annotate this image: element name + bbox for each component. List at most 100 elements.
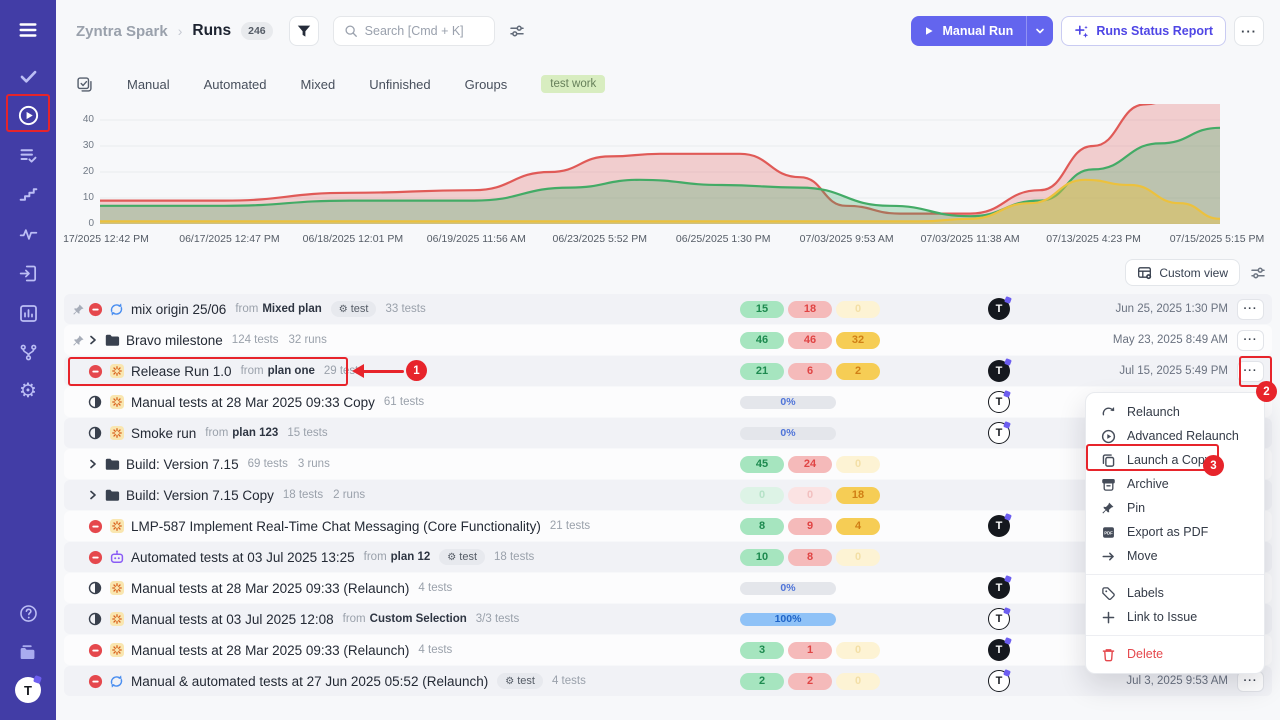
plan-name[interactable]: Custom Selection [370, 613, 467, 625]
menu-item-launch-a-copy[interactable]: Launch a Copy [1086, 448, 1264, 472]
row-more-button[interactable]: ··· [1237, 299, 1264, 320]
assignee-avatar[interactable]: T [988, 577, 1010, 599]
search-input[interactable] [365, 24, 475, 38]
assignee-avatar[interactable]: T [988, 670, 1010, 692]
milestones-icon[interactable] [0, 338, 56, 366]
chevron-down-icon [1035, 26, 1045, 36]
badge-red: 18 [788, 301, 832, 318]
run-row[interactable]: Release Run 1.0fromplan one29 tests2162T… [64, 356, 1272, 386]
run-name[interactable]: Manual tests at 03 Jul 2025 12:08 [131, 612, 334, 627]
expand-chevron-icon[interactable] [88, 490, 104, 500]
run-row[interactable]: mix origin 25/06fromMixed plan⚙test33 te… [64, 294, 1272, 324]
reports-icon[interactable] [0, 299, 56, 327]
folder-run-icon [104, 487, 126, 503]
menu-icon[interactable] [0, 16, 56, 44]
custom-view-button[interactable]: Custom view [1125, 259, 1240, 286]
avatar-notch [1003, 669, 1011, 677]
pinMenu-icon [1100, 501, 1116, 515]
test-cases-icon[interactable] [0, 62, 56, 90]
menu-item-archive[interactable]: Archive [1086, 472, 1264, 496]
menu-item-labels[interactable]: Labels [1086, 581, 1264, 605]
expand-chevron-icon[interactable] [88, 459, 104, 469]
menu-item-link-to-issue[interactable]: Link to Issue [1086, 605, 1264, 629]
menu-item-label: Advanced Relaunch [1127, 429, 1239, 443]
from-label: from [241, 365, 264, 377]
runs-status-report-button[interactable]: Runs Status Report [1061, 16, 1226, 46]
runs-icon[interactable] [0, 101, 56, 129]
folder-run-icon [104, 332, 126, 348]
tab-groups[interactable]: Groups [465, 77, 508, 92]
docs-icon[interactable] [0, 639, 56, 667]
test-plans-icon[interactable] [0, 141, 56, 169]
select-runs-icon[interactable] [76, 76, 93, 93]
run-name[interactable]: Smoke run [131, 426, 196, 441]
x-tick-label: 07/03/2025 9:53 AM [800, 233, 894, 245]
help-icon[interactable] [0, 599, 56, 627]
breadcrumb-page: Runs [192, 22, 231, 40]
run-name[interactable]: Manual & automated tests at 27 Jun 2025 … [131, 674, 488, 689]
plan-name[interactable]: Mixed plan [262, 303, 321, 315]
row-more-button[interactable]: ··· [1237, 361, 1264, 382]
tab-automated[interactable]: Automated [204, 77, 267, 92]
run-name[interactable]: mix origin 25/06 [131, 302, 226, 317]
manual-run-button[interactable]: Manual Run [911, 16, 1053, 46]
status-stopped-icon [88, 302, 109, 317]
run-name[interactable]: LMP-587 Implement Real-Time Chat Messagi… [131, 519, 541, 534]
row-more-button[interactable]: ··· [1237, 330, 1264, 351]
plan-name[interactable]: plan 123 [232, 427, 278, 439]
menu-item-delete[interactable]: Delete [1086, 642, 1264, 666]
menu-item-move[interactable]: Move [1086, 544, 1264, 568]
run-row[interactable]: Bravo milestone124 tests32 runs464632May… [64, 325, 1272, 355]
settings-icon[interactable]: ⚙ [0, 377, 56, 405]
menu-item-advanced-relaunch[interactable]: Advanced Relaunch [1086, 424, 1264, 448]
tag-badge[interactable]: ⚙test [439, 549, 485, 565]
tag-filter-test-work[interactable]: test work [541, 75, 605, 93]
run-name[interactable]: Manual tests at 28 Mar 2025 09:33 (Relau… [131, 581, 409, 596]
assignee-avatar[interactable]: T [988, 298, 1010, 320]
view-bar: Custom view [1125, 259, 1266, 286]
assignee-avatar[interactable]: T [988, 608, 1010, 630]
assignee-avatar[interactable]: T [988, 422, 1010, 444]
tag-badge[interactable]: ⚙test [497, 673, 543, 689]
manual-run-icon [109, 642, 131, 658]
tab-mixed[interactable]: Mixed [301, 77, 336, 92]
run-name[interactable]: Build: Version 7.15 [126, 457, 239, 472]
activity-icon[interactable] [0, 220, 56, 248]
header-more-button[interactable]: ··· [1234, 16, 1264, 46]
filter-button[interactable] [289, 16, 319, 46]
run-name[interactable]: Bravo milestone [126, 333, 223, 348]
search-settings-icon[interactable] [509, 23, 525, 39]
tag-badge[interactable]: ⚙test [331, 301, 377, 317]
run-name[interactable]: Build: Version 7.15 Copy [126, 488, 274, 503]
run-name[interactable]: Manual tests at 28 Mar 2025 09:33 (Relau… [131, 643, 409, 658]
menu-item-export-as-pdf[interactable]: PDFExport as PDF [1086, 520, 1264, 544]
plan-name[interactable]: plan one [268, 365, 315, 377]
menu-item-pin[interactable]: Pin [1086, 496, 1264, 520]
user-avatar[interactable]: T [15, 677, 41, 703]
tab-unfinished[interactable]: Unfinished [369, 77, 430, 92]
assignee-avatar[interactable]: T [988, 391, 1010, 413]
table-settings-icon[interactable] [1250, 265, 1266, 281]
manual-run-icon [109, 611, 131, 627]
search-input-wrap[interactable] [333, 16, 495, 46]
menu-item-relaunch[interactable]: Relaunch [1086, 400, 1264, 424]
assignee-avatar[interactable]: T [988, 515, 1010, 537]
run-date: Jul 3, 2025 9:53 AM [1126, 675, 1228, 687]
run-name[interactable]: Manual tests at 28 Mar 2025 09:33 Copy [131, 395, 375, 410]
tests-count: 3/3 tests [476, 613, 519, 625]
manual-run-caret[interactable] [1027, 16, 1053, 46]
expand-chevron-icon[interactable] [88, 335, 104, 345]
inbox-icon[interactable] [0, 259, 56, 287]
breadcrumb-project[interactable]: Zyntra Spark [76, 23, 168, 40]
run-name[interactable]: Automated tests at 03 Jul 2025 13:25 [131, 550, 355, 565]
tab-manual[interactable]: Manual [127, 77, 170, 92]
status-stopped-icon [88, 364, 109, 379]
badge-green: 3 [740, 642, 784, 659]
steps-icon[interactable] [0, 180, 56, 208]
assignee-avatar[interactable]: T [988, 639, 1010, 661]
run-name[interactable]: Release Run 1.0 [131, 364, 232, 379]
result-badges: 1080 [740, 549, 880, 566]
plan-name[interactable]: plan 12 [391, 551, 431, 563]
x-tick-label: 17/2025 12:42 PM [63, 233, 149, 245]
assignee-avatar[interactable]: T [988, 360, 1010, 382]
